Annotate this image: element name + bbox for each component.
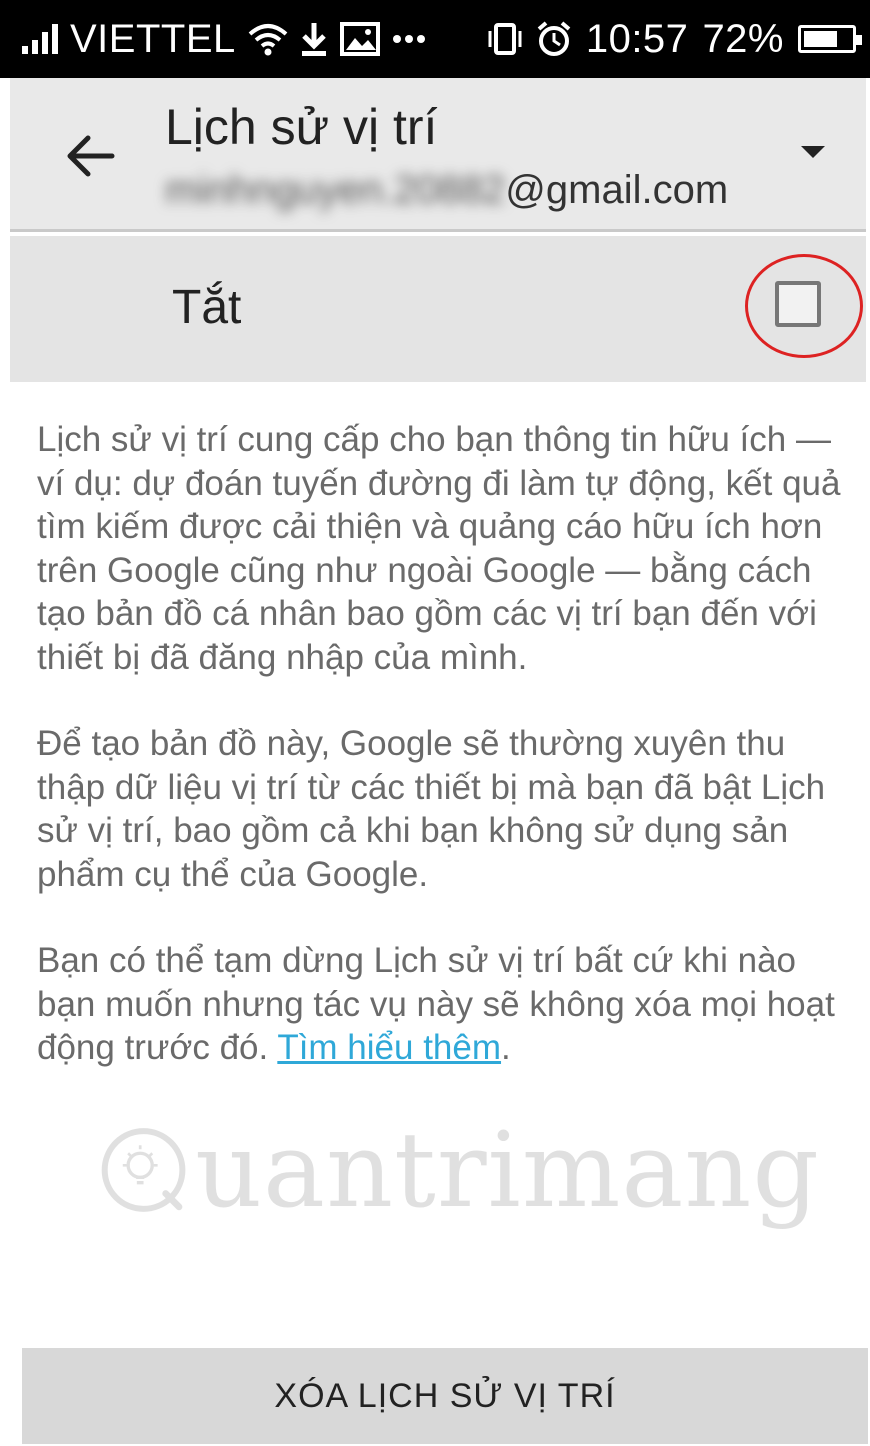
page-title: Lịch sử vị trí — [165, 99, 438, 155]
signal-icon — [22, 24, 58, 54]
status-bar: VIETTEL 10:57 72% — [0, 0, 870, 78]
carrier-label: VIETTEL — [70, 16, 236, 61]
description: Lịch sử vị trí cung cấp cho bạn thông ti… — [37, 418, 852, 1113]
image-icon — [339, 22, 380, 56]
location-history-checkbox[interactable] — [775, 281, 821, 327]
location-history-toggle-row[interactable]: Tắt — [10, 236, 866, 382]
toggle-status-label: Tắt — [172, 281, 242, 334]
learn-more-link[interactable]: Tìm hiểu thêm — [277, 1028, 501, 1067]
lightbulb-logo-icon — [101, 1128, 186, 1212]
paragraph-data-collection: Để tạo bản đồ này, Google sẽ thường xuyê… — [37, 724, 826, 894]
email-domain: @gmail.com — [505, 168, 729, 212]
clock-time: 10:57 — [585, 16, 689, 61]
clear-location-history-button[interactable]: XÓA LỊCH SỬ VỊ TRÍ — [22, 1348, 868, 1444]
email-username-blurred: minhnguyen.20882 — [165, 168, 506, 212]
arrow-left-icon — [67, 135, 115, 177]
account-email: minhnguyen.20882 @gmail.com — [165, 168, 728, 213]
paragraph-benefits: Lịch sử vị trí cung cấp cho bạn thông ti… — [37, 420, 841, 677]
alarm-icon — [536, 21, 572, 57]
watermark: uantrimang — [100, 1105, 820, 1235]
account-dropdown[interactable] — [800, 144, 826, 165]
back-button[interactable] — [62, 126, 122, 186]
period: . — [501, 1028, 511, 1067]
paragraph-pause: Bạn có thể tạm dừng Lịch sử vị trí bất c… — [37, 939, 852, 1070]
battery-percent: 72% — [702, 16, 784, 61]
vibrate-icon — [486, 21, 522, 57]
battery-icon — [798, 25, 862, 53]
caret-down-icon — [801, 146, 825, 158]
download-icon — [300, 21, 328, 57]
more-icon — [392, 34, 426, 44]
wifi-icon — [248, 22, 288, 56]
watermark-text: uantrimang — [195, 1109, 820, 1231]
app-bar: Lịch sử vị trí minhnguyen.20882 @gmail.c… — [10, 78, 866, 232]
